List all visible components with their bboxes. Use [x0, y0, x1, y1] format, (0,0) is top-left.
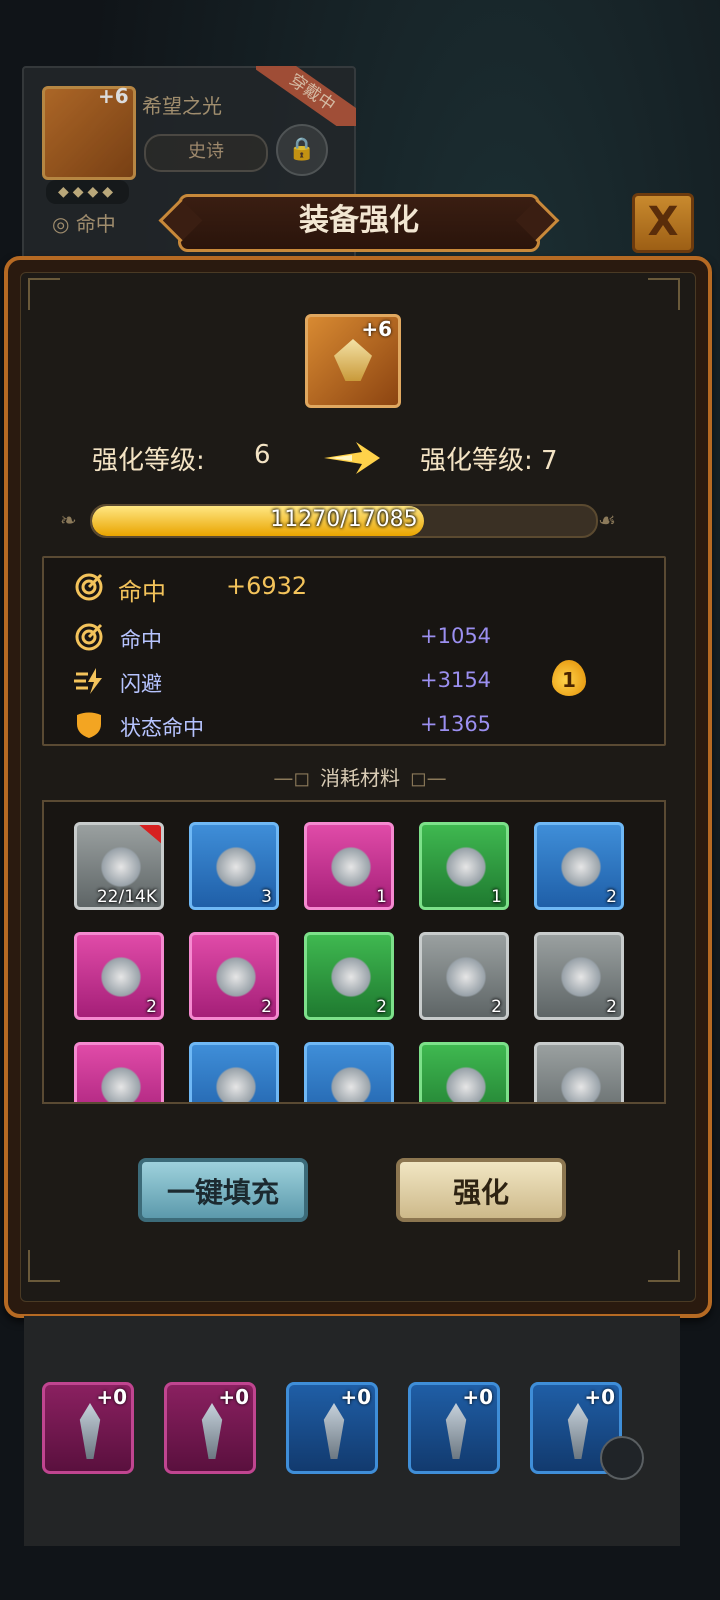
item-plus-level: +0	[96, 1385, 127, 1409]
item-plus-level: +0	[584, 1385, 615, 1409]
close-button[interactable]: X	[632, 193, 694, 253]
progress-text: 11270/17085	[270, 507, 418, 532]
hood-icon	[442, 953, 490, 1001]
equipment-icon[interactable]: +6	[305, 314, 401, 408]
helmet-icon	[97, 1063, 145, 1102]
material-slot-boots[interactable]: 2	[74, 932, 164, 1020]
insufficient-badge	[137, 825, 161, 845]
material-slot-ring[interactable]: 2	[189, 932, 279, 1020]
amulet-icon	[201, 1403, 223, 1459]
item-plus-level: +0	[462, 1385, 493, 1409]
item-plus-level: +6	[98, 84, 129, 108]
material-count: 2	[491, 997, 502, 1017]
material-slot-ring[interactable]: 1	[419, 822, 509, 910]
exp-progress-bar: 11270/17085	[90, 504, 598, 538]
current-level-label: 强化等级:	[92, 446, 205, 476]
upgrade-button[interactable]: 强化	[396, 1158, 566, 1222]
avatar[interactable]	[600, 1436, 644, 1480]
ring-icon	[212, 953, 260, 1001]
substat-label: 闪避	[120, 672, 162, 696]
target-icon	[75, 573, 103, 601]
inventory-item[interactable]: +0	[42, 1382, 134, 1474]
shield-icon	[77, 712, 101, 738]
scarf-icon	[557, 953, 605, 1001]
amulet-icon	[445, 1403, 467, 1459]
amulet-icon	[79, 1403, 101, 1459]
item-plus-level: +0	[340, 1385, 371, 1409]
material-count: 2	[146, 997, 157, 1017]
stat-label: ◎ 命中	[52, 212, 116, 236]
material-slot-bandana[interactable]	[534, 1042, 624, 1102]
material-slot-helmet[interactable]	[74, 1042, 164, 1102]
main-stat-label: 命中	[118, 578, 166, 606]
fire-badge-icon[interactable]: 1	[552, 660, 586, 696]
material-slot-cloak[interactable]	[304, 1042, 394, 1102]
bandana-icon	[557, 1063, 605, 1102]
material-slot-armor[interactable]: 2	[304, 932, 394, 1020]
boots-icon	[442, 1063, 490, 1102]
material-count: 2	[261, 997, 272, 1017]
inventory-item[interactable]: +0	[286, 1382, 378, 1474]
material-slot-ring[interactable]	[189, 1042, 279, 1102]
target-icon	[75, 623, 103, 651]
material-slot-crystal[interactable]: 22/14K	[74, 822, 164, 910]
material-count: 2	[606, 887, 617, 907]
material-count: 22/14K	[96, 887, 157, 907]
corner-ornament	[28, 278, 60, 310]
next-level-text: 强化等级: 7	[420, 446, 558, 476]
cloak-icon	[327, 1063, 375, 1102]
material-count: 2	[376, 997, 387, 1017]
material-count: 3	[261, 887, 272, 907]
substat-label: 状态命中	[120, 716, 204, 740]
material-slot-hood[interactable]: 2	[419, 932, 509, 1020]
equipped-ribbon: 穿戴中	[256, 66, 356, 126]
amulet-icon	[334, 339, 372, 381]
material-slot-ring[interactable]: 2	[534, 822, 624, 910]
material-count: 2	[606, 997, 617, 1017]
ornament-right-icon: ☙	[598, 508, 616, 532]
dodge-icon	[74, 668, 102, 694]
material-count: 1	[491, 887, 502, 907]
material-count: 1	[376, 887, 387, 907]
ornament-left-icon: ❧	[60, 508, 77, 532]
crystal-icon	[97, 843, 145, 891]
materials-grid: 22/14K 3 1 1 2 2 2 2 2 2	[42, 800, 666, 1104]
current-level-value: 6	[254, 440, 271, 470]
amulet-icon	[567, 1403, 589, 1459]
substat-value: +3154	[420, 668, 492, 692]
corner-ornament	[28, 1250, 60, 1282]
materials-section-title: —◻ 消耗材料 ◻—	[273, 766, 447, 790]
star-rating: ◆◆◆◆	[46, 180, 130, 204]
substat-value: +1054	[420, 624, 492, 648]
material-slot-boots[interactable]	[419, 1042, 509, 1102]
corner-ornament	[648, 1250, 680, 1282]
item-name: 希望之光	[142, 94, 222, 118]
amulet-icon	[323, 1403, 345, 1459]
equipment-plus-level: +6	[361, 317, 392, 341]
inventory-item[interactable]: +0	[408, 1382, 500, 1474]
material-slot-necklace[interactable]: 3	[189, 822, 279, 910]
arrow-right-icon	[324, 442, 380, 474]
corner-ornament	[648, 278, 680, 310]
material-slot-scarf[interactable]: 2	[534, 932, 624, 1020]
rarity-badge: 史诗	[144, 134, 268, 172]
amulet-icon	[327, 843, 375, 891]
necklace-icon	[212, 843, 260, 891]
ring-icon	[212, 1063, 260, 1102]
item-plus-level: +0	[218, 1385, 249, 1409]
ring-icon	[442, 843, 490, 891]
lock-icon[interactable]: 🔒	[276, 124, 328, 176]
autofill-button[interactable]: 一键填充	[138, 1158, 308, 1222]
main-stat-value: +6932	[226, 572, 308, 600]
dialog-title: 装备强化	[178, 194, 540, 252]
boots-icon	[97, 953, 145, 1001]
material-slot-amulet[interactable]: 1	[304, 822, 394, 910]
armor-icon	[327, 953, 375, 1001]
ring-icon	[557, 843, 605, 891]
substat-label: 命中	[120, 628, 162, 652]
inventory-item[interactable]: +0	[164, 1382, 256, 1474]
substat-value: +1365	[420, 712, 492, 736]
